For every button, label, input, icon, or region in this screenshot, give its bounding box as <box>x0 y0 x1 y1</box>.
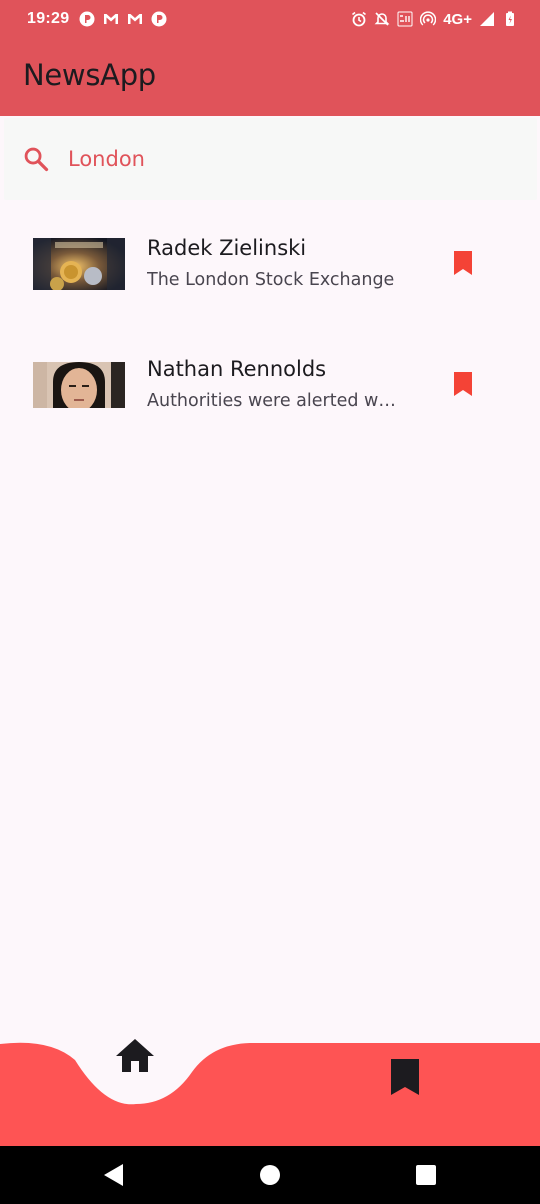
search-icon[interactable] <box>22 145 50 173</box>
home-icon <box>116 1039 154 1072</box>
news-thumbnail <box>33 362 125 408</box>
bookmark-icon <box>454 251 472 275</box>
system-navigation-bar <box>0 1146 540 1204</box>
volte-icon <box>397 11 413 27</box>
recents-icon[interactable] <box>415 1164 437 1186</box>
search-input[interactable]: London <box>68 147 145 171</box>
gmail-icon <box>128 14 143 24</box>
gmail-icon <box>104 14 119 24</box>
top-bar: 19:29 4G+ NewsApp <box>0 0 540 116</box>
news-subtitle: The London Stock Exchange <box>147 270 395 290</box>
news-subtitle: Authorities were alerted when <box>147 391 405 411</box>
hotspot-icon <box>420 11 437 26</box>
status-time: 19:29 <box>27 10 70 27</box>
signal-icon <box>480 12 494 26</box>
nav-home-button[interactable] <box>114 1036 156 1076</box>
mute-icon <box>374 12 390 26</box>
nav-bookmarks-button[interactable] <box>388 1057 422 1097</box>
status-bar: 19:29 4G+ <box>0 0 540 38</box>
system-icons: 4G+ <box>351 11 518 28</box>
news-title: Radek Zielinski <box>147 236 307 260</box>
home-system-icon[interactable] <box>259 1164 281 1186</box>
bookmark-icon <box>454 372 472 396</box>
battery-icon <box>506 11 514 26</box>
news-title: Nathan Rennolds <box>147 357 327 381</box>
news-thumbnail <box>33 238 125 290</box>
bookmark-button[interactable] <box>448 248 478 278</box>
app-notification-icon <box>79 11 95 27</box>
notification-icons <box>79 11 167 27</box>
bookmark-button[interactable] <box>448 369 478 399</box>
network-type: 4G+ <box>443 10 472 28</box>
app-title: NewsApp <box>23 58 156 92</box>
alarm-icon <box>352 11 367 27</box>
bottom-navigation <box>0 1020 540 1146</box>
list-item[interactable]: Radek Zielinski The London Stock Exchang… <box>0 222 540 312</box>
back-icon[interactable] <box>102 1163 124 1187</box>
app-notification-icon <box>151 11 167 27</box>
bottom-nav-background <box>0 1042 540 1146</box>
list-item[interactable]: Nathan Rennolds Authorities were alerted… <box>0 343 540 433</box>
search-bar[interactable]: London <box>4 118 537 200</box>
bookmark-icon <box>391 1059 419 1095</box>
